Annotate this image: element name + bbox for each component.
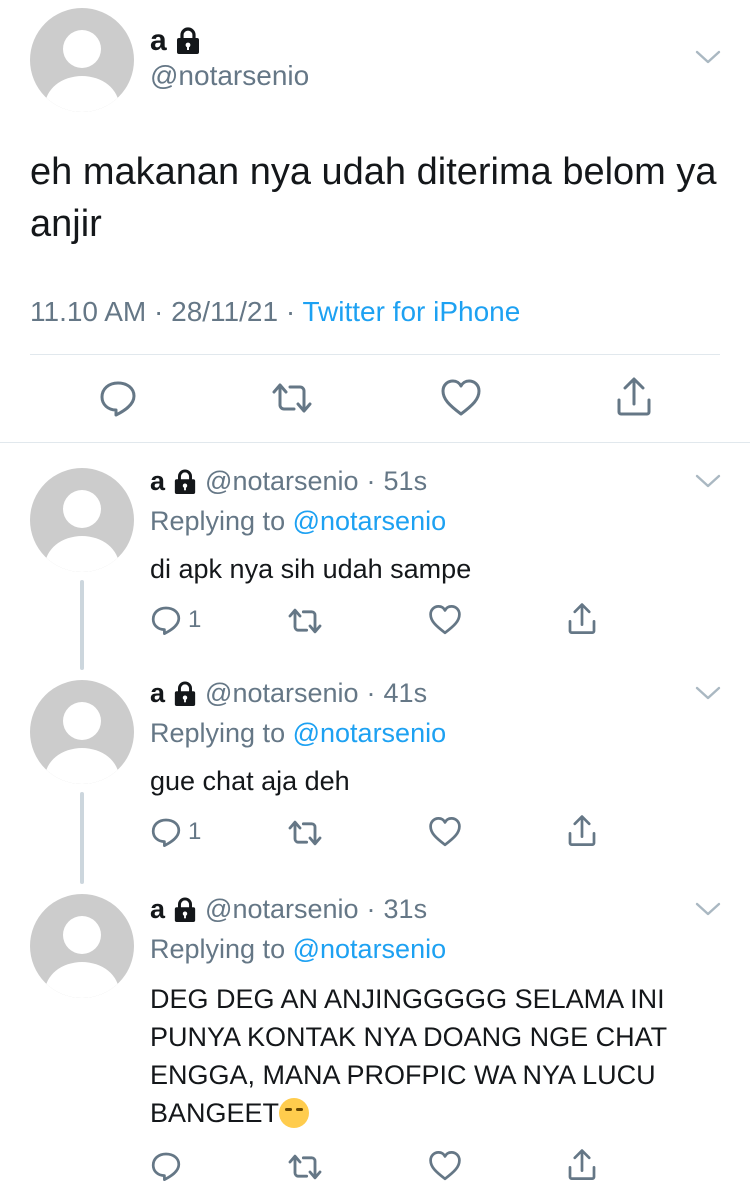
like-button[interactable]	[428, 604, 462, 636]
share-button[interactable]	[614, 376, 654, 418]
reply-button[interactable]	[98, 378, 138, 418]
reply-text-content: DEG DEG AN ANJINGGGGG SELAMA INI PUNYA K…	[150, 984, 667, 1128]
replying-to: Replying to @notarsenio	[150, 718, 446, 749]
meta-separator: ·	[366, 678, 376, 708]
avatar[interactable]	[30, 468, 134, 572]
share-icon	[568, 1149, 596, 1180]
replying-to-handle[interactable]: @notarsenio	[293, 506, 447, 536]
reply-icon	[151, 818, 181, 847]
retweet-button[interactable]	[270, 380, 314, 416]
tweet-source[interactable]: Twitter for iPhone	[302, 296, 520, 327]
lock-icon	[174, 681, 196, 706]
display-name[interactable]: a	[150, 894, 165, 925]
heart-icon	[429, 605, 461, 635]
tweet-time: 11.10 AM	[30, 296, 147, 327]
retweet-button[interactable]	[286, 818, 324, 848]
display-name[interactable]: a	[150, 24, 201, 58]
retweet-button[interactable]	[286, 606, 324, 636]
display-name[interactable]: a	[150, 678, 165, 709]
tweet-meta: 11.10 AM · 28/11/21 · Twitter for iPhone	[30, 296, 520, 328]
retweet-icon	[288, 608, 322, 634]
share-icon	[568, 815, 596, 846]
share-button[interactable]	[566, 814, 598, 848]
meta-separator: ·	[285, 296, 296, 327]
reply-text: DEG DEG AN ANJINGGGGG SELAMA INI PUNYA K…	[150, 980, 720, 1132]
avatar[interactable]	[30, 8, 134, 112]
avatar[interactable]	[30, 894, 134, 998]
reply-time: 51s	[383, 466, 428, 496]
share-icon	[568, 603, 596, 634]
reply-time: 41s	[383, 678, 428, 708]
retweet-icon	[288, 1154, 322, 1180]
share-icon	[617, 377, 651, 416]
replying-to: Replying to @notarsenio	[150, 934, 446, 965]
retweet-button[interactable]	[286, 1152, 324, 1182]
replying-to-handle[interactable]: @notarsenio	[293, 934, 447, 964]
avatar-body	[45, 962, 119, 998]
reply-icon	[100, 381, 136, 417]
avatar-body	[45, 76, 119, 112]
handle[interactable]: @notarsenio	[205, 678, 359, 709]
heart-icon	[441, 379, 481, 416]
loudly-crying-face-emoji	[279, 1098, 310, 1128]
reply-header: a @notarsenio · 31s	[150, 894, 427, 925]
heart-icon	[429, 817, 461, 847]
meta-separator: ·	[366, 894, 376, 924]
tweet-date: 28/11/21	[171, 296, 279, 327]
meta-separator: ·	[366, 466, 376, 496]
thread-connector	[80, 792, 84, 884]
avatar-head	[63, 702, 101, 740]
share-button[interactable]	[566, 1148, 598, 1182]
avatar-head	[63, 30, 101, 68]
chevron-down-icon[interactable]	[694, 48, 722, 66]
retweet-icon	[288, 820, 322, 846]
handle[interactable]: @notarsenio	[150, 60, 309, 92]
reply-header: a @notarsenio · 51s	[150, 466, 427, 497]
replying-to-label: Replying to	[150, 934, 286, 964]
display-name[interactable]: a	[150, 466, 165, 497]
like-button[interactable]	[428, 816, 462, 848]
heart-icon	[429, 1151, 461, 1181]
avatar-head	[63, 490, 101, 528]
display-name-text: a	[150, 24, 167, 57]
replying-to-label: Replying to	[150, 718, 286, 748]
replying-to-handle[interactable]: @notarsenio	[293, 718, 447, 748]
reply-text: gue chat aja deh	[150, 766, 350, 796]
thread-connector	[80, 580, 84, 670]
chevron-down-icon[interactable]	[694, 684, 722, 702]
reply-text: di apk nya sih udah sampe	[150, 554, 472, 584]
chevron-down-icon[interactable]	[694, 900, 722, 918]
lock-icon	[174, 469, 196, 494]
reply-count: 1	[188, 606, 202, 633]
avatar-body	[45, 748, 119, 784]
avatar[interactable]	[30, 680, 134, 784]
divider	[0, 442, 750, 443]
replying-to: Replying to @notarsenio	[150, 506, 446, 537]
lock-icon	[174, 897, 196, 922]
handle[interactable]: @notarsenio	[205, 894, 359, 925]
handle[interactable]: @notarsenio	[205, 466, 359, 497]
avatar-body	[45, 536, 119, 572]
avatar-head	[63, 916, 101, 954]
meta-separator: ·	[154, 296, 164, 327]
lock-icon	[176, 27, 199, 54]
share-button[interactable]	[566, 602, 598, 636]
reply-header: a @notarsenio · 41s	[150, 678, 427, 709]
like-button[interactable]	[440, 378, 482, 418]
reply-count: 1	[188, 818, 202, 845]
reply-button[interactable]: 1	[150, 816, 201, 848]
chevron-down-icon[interactable]	[694, 472, 722, 490]
reply-time: 31s	[383, 894, 428, 924]
divider	[30, 354, 720, 355]
tweet-text: eh makanan nya udah diterima belom ya an…	[30, 151, 717, 245]
reply-icon	[151, 606, 181, 635]
reply-button[interactable]: 1	[150, 604, 201, 636]
like-button[interactable]	[428, 1150, 462, 1182]
retweet-icon	[272, 383, 312, 413]
reply-button[interactable]	[150, 1150, 188, 1182]
reply-icon	[151, 1152, 181, 1181]
replying-to-label: Replying to	[150, 506, 286, 536]
